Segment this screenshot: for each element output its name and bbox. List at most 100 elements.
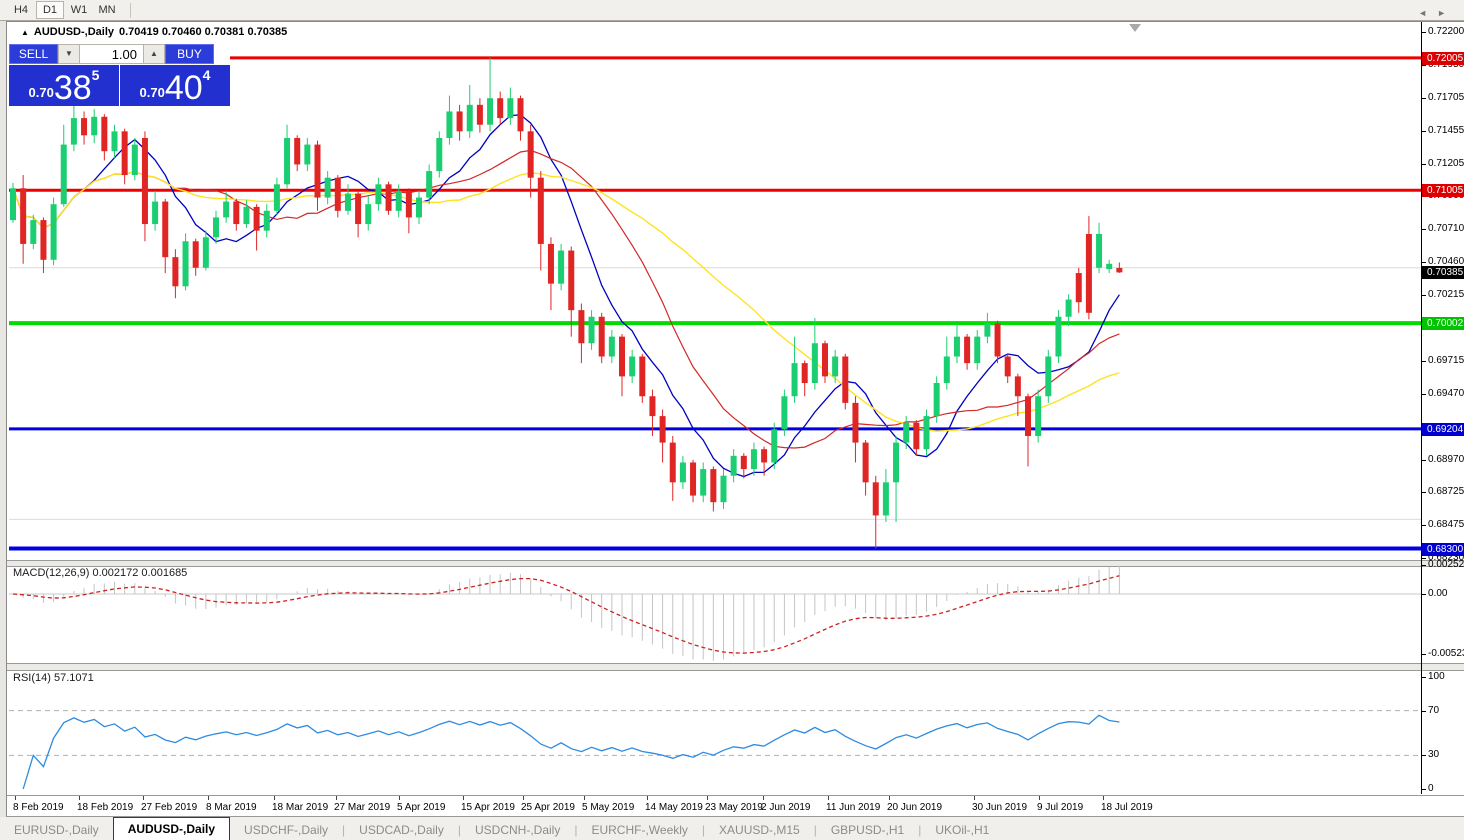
date-tick [974, 796, 975, 800]
date-label: 18 Mar 2019 [272, 802, 329, 813]
chart-tab-xauusd[interactable]: XAUUSD-,M15 [705, 820, 814, 840]
buy-price[interactable]: 0.70 40 4 [120, 65, 230, 106]
symbol-marker-icon: ▲ [21, 27, 29, 37]
rsi-label: RSI(14) 57.1071 [13, 672, 94, 684]
level-price-badge: 0.68300 [1422, 542, 1464, 556]
macd-tick-label: 0.002524 [1428, 558, 1464, 570]
sell-button[interactable]: SELL [9, 44, 58, 64]
chart-tab-usdcad[interactable]: USDCAD-,Daily [345, 820, 458, 840]
axis-tick [1422, 361, 1426, 363]
date-label: 30 Jun 2019 [972, 802, 1028, 813]
axis-tick [1422, 654, 1426, 656]
date-tick [463, 796, 464, 800]
volume-increase-button[interactable]: ▲ [143, 44, 165, 64]
macd-pane[interactable] [9, 565, 1421, 663]
price-axis-line [1421, 22, 1422, 794]
macd-tick-label: -0.005234 [1428, 648, 1464, 660]
date-tick [1103, 796, 1104, 800]
level-price-badge: 0.70002 [1422, 317, 1464, 331]
date-label: 15 Apr 2019 [461, 802, 515, 813]
tab-scroll-left-icon[interactable]: ◄ [1418, 8, 1437, 18]
axis-tick [1422, 755, 1426, 757]
tab-scroll-arrows[interactable]: ◄► [1418, 8, 1456, 18]
axis-tick [1422, 677, 1426, 678]
timeframe-button-d1[interactable]: D1 [36, 1, 64, 19]
buy-price-big: 40 [164, 69, 203, 107]
axis-tick [1422, 32, 1426, 33]
buy-price-prefix: 0.70 [139, 85, 165, 100]
date-label: 5 May 2019 [582, 802, 635, 813]
timeframe-button-h4[interactable]: H4 [8, 2, 34, 18]
chart-tab-gbpusd[interactable]: GBPUSD-,H1 [817, 820, 918, 840]
price-tick-label: 0.68970 [1428, 453, 1464, 465]
axis-tick [1422, 393, 1426, 395]
axis-tick [1422, 262, 1426, 264]
date-label: 14 May 2019 [645, 802, 703, 813]
date-label: 23 May 2019 [705, 802, 763, 813]
date-tick [143, 796, 144, 800]
rsi-tick-label: 0 [1428, 783, 1434, 794]
axis-tick [1422, 557, 1426, 559]
price-tick-label: 0.68475 [1428, 519, 1464, 531]
date-label: 18 Feb 2019 [77, 802, 134, 813]
chart-tab-usdchf[interactable]: USDCHF-,Daily [230, 820, 342, 840]
date-tick [274, 796, 275, 800]
date-label: 8 Feb 2019 [13, 802, 64, 813]
date-tick [889, 796, 890, 800]
date-axis[interactable]: 8 Feb 2019 18 Feb 2019 27 Feb 2019 8 Mar 20… [7, 795, 1464, 817]
timeframe-button-w1[interactable]: W1 [66, 2, 92, 18]
date-label: 20 Jun 2019 [887, 802, 943, 813]
rsi-tick-label: 100 [1428, 671, 1445, 682]
toolbar-separator [130, 2, 131, 18]
chart-tab-audusd[interactable]: AUDUSD-,Daily [112, 817, 231, 840]
date-label: 8 Mar 2019 [206, 802, 257, 813]
price-tick-label: 0.72200 [1428, 26, 1464, 37]
volume-decrease-button[interactable]: ▼ [58, 44, 80, 64]
date-label: 25 Apr 2019 [521, 802, 575, 813]
sell-price[interactable]: 0.70 38 5 [9, 65, 119, 106]
chart-tab-eurchf[interactable]: EURCHF-,Weekly [577, 820, 701, 840]
timeframe-toolbar: H4 D1 W1 MN [0, 0, 1464, 21]
chart-ohlc: 0.70419 0.70460 0.70381 0.70385 [119, 26, 288, 38]
date-tick [79, 796, 80, 800]
axis-tick [1422, 525, 1426, 527]
date-label: 5 Apr 2019 [397, 802, 446, 813]
date-label: 18 Jul 2019 [1101, 802, 1153, 813]
date-tick [523, 796, 524, 800]
date-tick [336, 796, 337, 800]
axis-tick [1422, 130, 1426, 132]
autoscroll-marker-icon[interactable] [1129, 24, 1141, 32]
price-tick-label: 0.69715 [1428, 355, 1464, 367]
axis-tick [1422, 65, 1426, 67]
price-tick-label: 0.71205 [1428, 157, 1464, 169]
one-click-trading-panel: SELL ▼ ▲ BUY 0.70 38 5 0.70 40 4 [9, 44, 230, 106]
axis-tick [1422, 710, 1426, 712]
rsi-tick-label: 70 [1428, 704, 1440, 716]
chart-tab-ukoil[interactable]: UKOil-,H1 [921, 820, 1003, 840]
axis-tick [1422, 564, 1426, 566]
volume-input[interactable] [80, 44, 143, 64]
timeframe-button-mn[interactable]: MN [94, 2, 120, 18]
price-tick-label: 0.70215 [1428, 288, 1464, 300]
level-price-badge: 0.72005 [1422, 51, 1464, 65]
price-tick-label: 0.69470 [1428, 387, 1464, 399]
axis-tick [1422, 229, 1426, 231]
date-tick [707, 796, 708, 800]
chart-symbol: AUDUSD-,Daily [33, 26, 114, 38]
chart-tab-usdcnh[interactable]: USDCNH-,Daily [461, 820, 574, 840]
buy-button[interactable]: BUY [165, 44, 214, 64]
date-tick [399, 796, 400, 800]
sell-price-prefix: 0.70 [28, 85, 54, 100]
chart-title: ▲ AUDUSD-,Daily 0.70419 0.70460 0.70381 … [21, 26, 287, 38]
price-tick-label: 0.71705 [1428, 91, 1464, 103]
date-label: 27 Mar 2019 [334, 802, 391, 813]
chart-window: ▲ AUDUSD-,Daily 0.70419 0.70460 0.70381 … [6, 21, 1464, 818]
sell-price-big: 38 [53, 69, 92, 107]
rsi-pane[interactable] [9, 669, 1421, 794]
date-label: 27 Feb 2019 [141, 802, 198, 813]
axis-tick [1422, 594, 1426, 595]
tab-scroll-right-icon[interactable]: ► [1437, 8, 1456, 18]
sell-price-sup: 5 [91, 67, 100, 83]
chart-tab-eurusd[interactable]: EURUSD-,Daily [0, 820, 113, 840]
macd-label: MACD(12,26,9) 0.002172 0.001685 [13, 567, 188, 579]
